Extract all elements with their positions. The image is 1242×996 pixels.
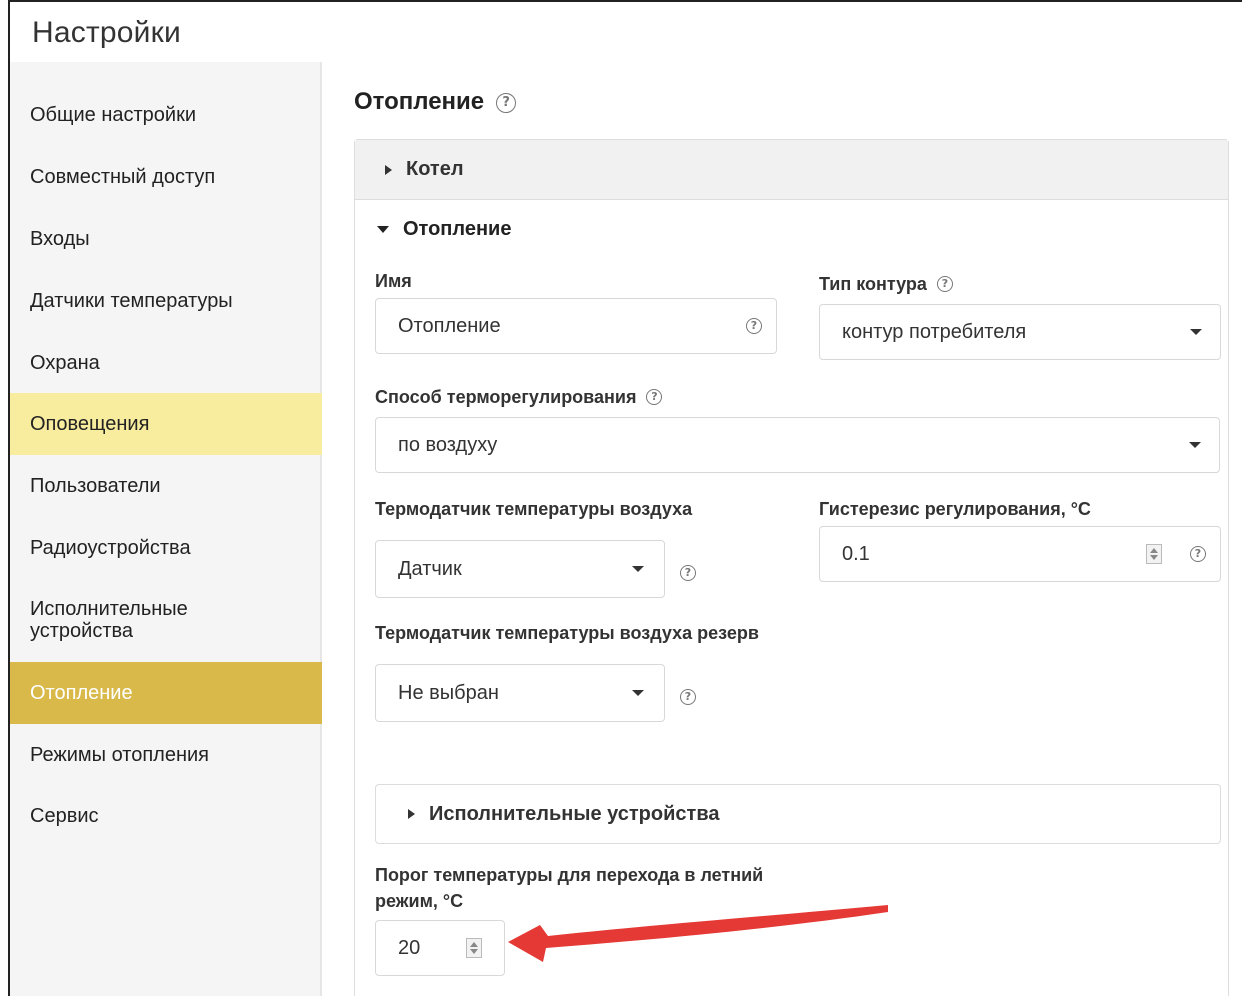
heating-panel: Котел Отопление Имя Отопление ? Тип конт… xyxy=(354,139,1229,996)
circuit-type-value: контур потребителя xyxy=(842,320,1027,343)
sidebar-item-temperature-sensors[interactable]: Датчики температуры xyxy=(10,270,322,332)
boiler-section-header[interactable]: Котел xyxy=(355,140,1228,200)
boiler-section-label: Котел xyxy=(406,158,464,180)
actuators-section-label: Исполнительные устройства xyxy=(429,802,720,825)
hysteresis-value: 0.1 xyxy=(842,542,870,565)
sidebar-item-inputs[interactable]: Входы xyxy=(10,208,322,270)
summer-threshold-label-line2: режим, °С xyxy=(375,891,464,911)
air-sensor-reserve-label-text: Термодатчик температуры воздуха резерв xyxy=(375,623,759,643)
help-icon[interactable]: ? xyxy=(680,689,696,705)
air-sensor-reserve-select[interactable]: Не выбран xyxy=(375,664,665,722)
hysteresis-label-text: Гистерезис регулирования, °С xyxy=(819,499,1091,519)
sidebar: Общие настройки Совместный доступ Входы … xyxy=(10,62,322,996)
air-sensor-reserve-label: Термодатчик температуры воздуха резерв xyxy=(375,620,759,646)
spinner-icon[interactable] xyxy=(466,938,482,958)
regulation-method-value: по воздуху xyxy=(398,433,498,456)
summer-threshold-input[interactable]: 20 xyxy=(375,920,505,976)
air-sensor-label-text: Термодатчик температуры воздуха xyxy=(375,499,693,519)
summer-threshold-value: 20 xyxy=(398,936,421,959)
air-sensor-reserve-value: Не выбран xyxy=(398,681,499,704)
caret-down-icon xyxy=(1189,442,1201,448)
help-icon[interactable]: ? xyxy=(646,389,663,405)
spinner-icon[interactable] xyxy=(1146,544,1162,564)
sidebar-item-security[interactable]: Охрана xyxy=(10,332,322,394)
name-input-value: Отопление xyxy=(398,314,501,337)
hysteresis-label: Гистерезис регулирования, °С xyxy=(819,496,1091,522)
page-title: Отопление? xyxy=(354,88,517,116)
regulation-method-label: Способ терморегулирования ? xyxy=(375,384,663,410)
sidebar-item-radio-devices[interactable]: Радиоустройства xyxy=(10,517,322,579)
heating-section-header[interactable]: Отопление xyxy=(377,218,511,241)
sidebar-item-general[interactable]: Общие настройки xyxy=(10,84,322,146)
circuit-type-label-text: Тип контура xyxy=(819,274,927,294)
help-icon[interactable]: ? xyxy=(496,92,517,113)
regulation-method-label-text: Способ терморегулирования xyxy=(375,387,637,407)
summer-threshold-label: Порог температуры для перехода в летний … xyxy=(375,862,763,914)
chevron-right-icon xyxy=(385,164,392,175)
sidebar-item-heating-modes[interactable]: Режимы отопления xyxy=(10,724,322,786)
caret-down-icon xyxy=(632,566,644,572)
air-sensor-label: Термодатчик температуры воздуха xyxy=(375,496,692,522)
name-label-text: Имя xyxy=(375,271,412,291)
sidebar-item-users[interactable]: Пользователи xyxy=(10,455,322,517)
sidebar-item-service[interactable]: Сервис xyxy=(10,785,322,847)
app-title: Настройки xyxy=(32,16,181,49)
help-icon[interactable]: ? xyxy=(936,276,953,292)
settings-window: Настройки Общие настройки Совместный дос… xyxy=(8,0,1242,996)
caret-down-icon xyxy=(1190,329,1202,335)
heating-section-label: Отопление xyxy=(403,218,512,240)
hysteresis-input[interactable]: 0.1 ? xyxy=(819,526,1221,582)
circuit-type-label: Тип контура ? xyxy=(819,271,953,297)
name-label: Имя xyxy=(375,268,412,294)
help-icon[interactable]: ? xyxy=(746,318,762,334)
caret-down-icon xyxy=(632,690,644,696)
air-sensor-select[interactable]: Датчик xyxy=(375,540,665,598)
sidebar-item-actuators[interactable]: Исполнительные устройства xyxy=(10,589,230,651)
sidebar-item-heating[interactable]: Отопление xyxy=(10,662,322,724)
main-content: Отопление? Котел Отопление Имя Отопление… xyxy=(322,62,1242,996)
chevron-down-icon xyxy=(377,226,389,233)
air-sensor-value: Датчик xyxy=(398,557,462,580)
circuit-type-select[interactable]: контур потребителя xyxy=(819,304,1221,360)
chevron-right-icon xyxy=(408,809,415,819)
name-input[interactable]: Отопление ? xyxy=(375,298,777,354)
actuators-section-header[interactable]: Исполнительные устройства xyxy=(375,784,1221,844)
help-icon[interactable]: ? xyxy=(680,565,696,581)
sidebar-item-sharing[interactable]: Совместный доступ xyxy=(10,146,322,208)
help-icon[interactable]: ? xyxy=(1190,546,1206,562)
regulation-method-select[interactable]: по воздуху xyxy=(375,417,1220,473)
page-title-text: Отопление xyxy=(354,88,485,115)
summer-threshold-label-line1: Порог температуры для перехода в летний xyxy=(375,865,764,885)
sidebar-item-notifications[interactable]: Оповещения xyxy=(10,393,322,455)
